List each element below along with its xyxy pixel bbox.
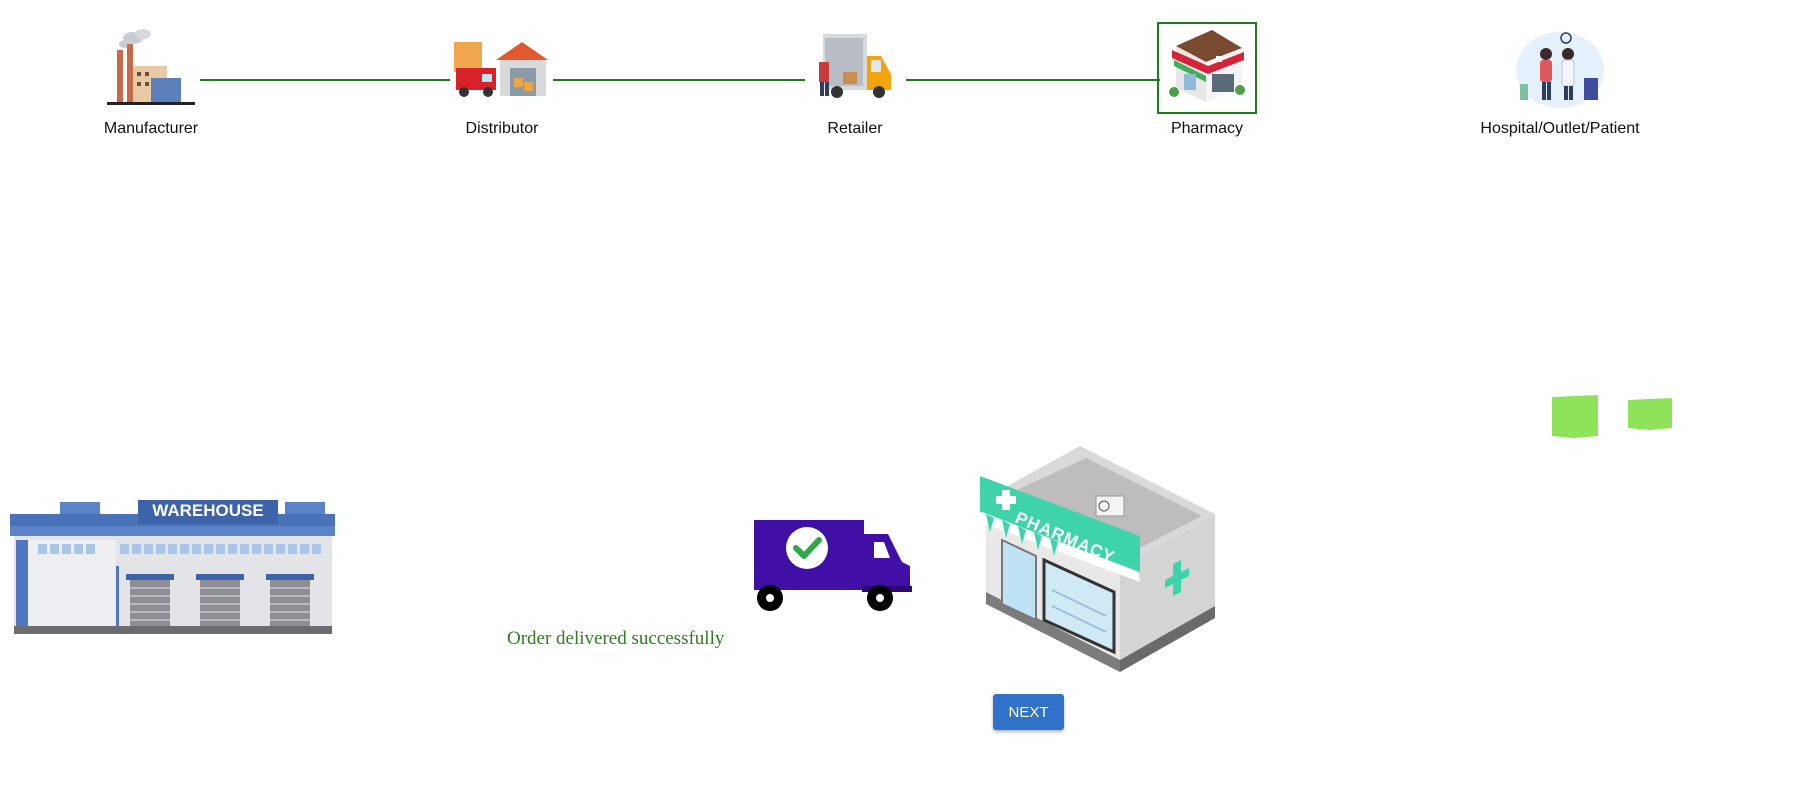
- step-label: Manufacturer: [103, 120, 199, 137]
- next-button[interactable]: NEXT: [993, 694, 1064, 730]
- hospital-patient-icon: [1510, 22, 1610, 114]
- delivery-truck-icon: [752, 518, 914, 612]
- package-box-icon: [1628, 398, 1672, 430]
- step-label: Retailer: [827, 120, 883, 137]
- step-label: Hospital/Outlet/Patient: [1480, 120, 1640, 137]
- retail-delivery-van-icon: [805, 22, 905, 114]
- factory-icon: [101, 22, 201, 114]
- distribution-truck-icon: [452, 22, 552, 114]
- step-pharmacy[interactable]: Pharmacy: [1107, 22, 1307, 138]
- warehouse-illustration: WAREHOUSE: [10, 500, 335, 635]
- step-distributor[interactable]: Distributor: [402, 22, 602, 138]
- step-label: Distributor: [465, 120, 539, 137]
- step-manufacturer[interactable]: Manufacturer: [51, 22, 251, 138]
- package-box-icon: [1550, 394, 1600, 438]
- warehouse-sign: WAREHOUSE: [152, 501, 264, 520]
- step-hospital-outlet-patient[interactable]: Hospital/Outlet/Patient: [1460, 22, 1660, 138]
- pharmacy-store-icon: [1157, 22, 1257, 114]
- step-label: Pharmacy: [1170, 120, 1244, 137]
- pharmacy-building-illustration: PHARMACY: [980, 440, 1230, 680]
- delivery-status-message: Order delivered successfully: [507, 628, 725, 649]
- step-retailer[interactable]: Retailer: [755, 22, 955, 138]
